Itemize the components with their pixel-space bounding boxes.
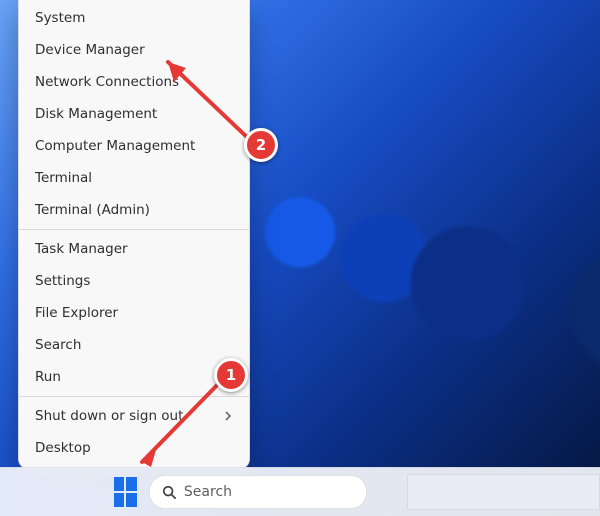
menu-item-label: Settings bbox=[35, 273, 90, 289]
menu-item-label: Disk Management bbox=[35, 106, 157, 122]
menu-item-label: System bbox=[35, 10, 85, 26]
taskbar: Search bbox=[0, 467, 600, 516]
menu-separator bbox=[19, 396, 249, 397]
menu-item-label: Terminal bbox=[35, 170, 92, 186]
taskbar-search[interactable]: Search bbox=[149, 475, 367, 509]
menu-item-label: File Explorer bbox=[35, 305, 118, 321]
taskbar-search-placeholder: Search bbox=[184, 484, 232, 500]
menu-item-system[interactable]: System bbox=[19, 2, 249, 34]
annotation-badge-1: 1 bbox=[214, 358, 248, 392]
menu-item-label: Device Manager bbox=[35, 42, 145, 58]
menu-item-disk-management[interactable]: Disk Management bbox=[19, 98, 249, 130]
annotation-badge-2: 2 bbox=[244, 128, 278, 162]
menu-item-label: Terminal (Admin) bbox=[35, 202, 150, 218]
menu-item-file-explorer[interactable]: File Explorer bbox=[19, 297, 249, 329]
menu-item-label: Search bbox=[35, 337, 81, 353]
menu-item-desktop[interactable]: Desktop bbox=[19, 432, 249, 464]
search-icon bbox=[162, 485, 176, 499]
menu-item-task-manager[interactable]: Task Manager bbox=[19, 233, 249, 265]
menu-separator bbox=[19, 229, 249, 230]
desktop-wallpaper: System Device Manager Network Connections D… bbox=[0, 0, 600, 516]
menu-item-label: Task Manager bbox=[35, 241, 128, 257]
menu-item-label: Run bbox=[35, 369, 61, 385]
start-button[interactable] bbox=[112, 475, 139, 509]
menu-item-device-manager[interactable]: Device Manager bbox=[19, 34, 249, 66]
menu-item-label: Computer Management bbox=[35, 138, 195, 154]
taskbar-running-app-thumb[interactable] bbox=[407, 474, 600, 510]
menu-item-network-connections[interactable]: Network Connections bbox=[19, 66, 249, 98]
menu-item-label: Desktop bbox=[35, 440, 91, 456]
menu-item-label: Shut down or sign out bbox=[35, 408, 183, 424]
menu-item-terminal[interactable]: Terminal bbox=[19, 162, 249, 194]
menu-item-search[interactable]: Search bbox=[19, 329, 249, 361]
menu-item-label: Network Connections bbox=[35, 74, 179, 90]
menu-item-settings[interactable]: Settings bbox=[19, 265, 249, 297]
menu-item-computer-management[interactable]: Computer Management bbox=[19, 130, 249, 162]
menu-item-terminal-admin[interactable]: Terminal (Admin) bbox=[19, 194, 249, 226]
menu-item-shut-down-or-sign-out[interactable]: Shut down or sign out bbox=[19, 400, 249, 432]
chevron-right-icon bbox=[223, 411, 233, 421]
winx-power-menu: System Device Manager Network Connections D… bbox=[18, 0, 250, 469]
